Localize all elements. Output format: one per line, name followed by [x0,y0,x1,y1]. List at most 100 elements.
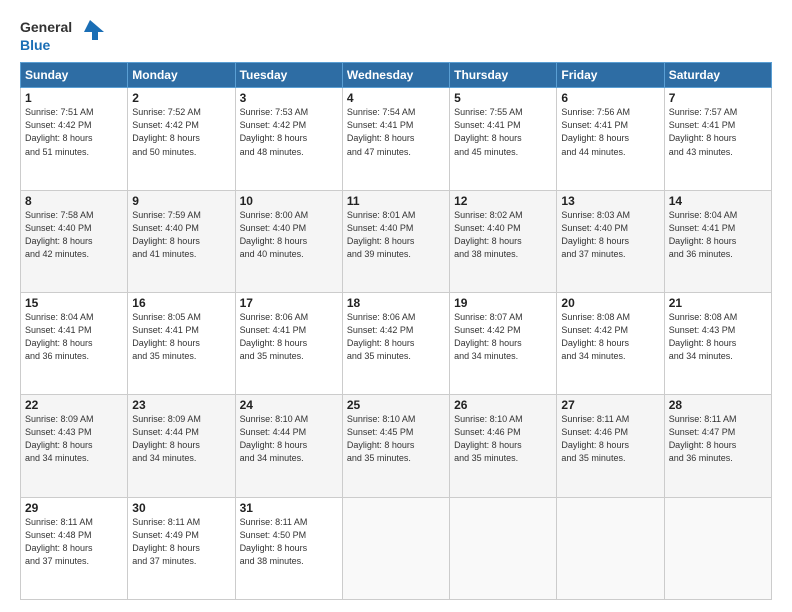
calendar-cell: 15Sunrise: 8:04 AMSunset: 4:41 PMDayligh… [21,293,128,395]
day-number: 9 [132,194,230,208]
day-number: 28 [669,398,767,412]
cell-details: Sunrise: 8:09 AMSunset: 4:44 PMDaylight:… [132,413,230,465]
calendar-cell: 23Sunrise: 8:09 AMSunset: 4:44 PMDayligh… [128,395,235,497]
day-header: Monday [128,63,235,88]
cell-details: Sunrise: 8:04 AMSunset: 4:41 PMDaylight:… [669,209,767,261]
calendar-cell: 4Sunrise: 7:54 AMSunset: 4:41 PMDaylight… [342,88,449,190]
calendar-cell: 26Sunrise: 8:10 AMSunset: 4:46 PMDayligh… [450,395,557,497]
calendar-cell: 7Sunrise: 7:57 AMSunset: 4:41 PMDaylight… [664,88,771,190]
cell-details: Sunrise: 8:00 AMSunset: 4:40 PMDaylight:… [240,209,338,261]
cell-details: Sunrise: 7:59 AMSunset: 4:40 PMDaylight:… [132,209,230,261]
day-number: 1 [25,91,123,105]
day-number: 19 [454,296,552,310]
day-number: 7 [669,91,767,105]
calendar-cell [557,497,664,599]
day-number: 25 [347,398,445,412]
calendar-cell [450,497,557,599]
day-number: 30 [132,501,230,515]
calendar-week-row: 29Sunrise: 8:11 AMSunset: 4:48 PMDayligh… [21,497,772,599]
calendar-cell: 17Sunrise: 8:06 AMSunset: 4:41 PMDayligh… [235,293,342,395]
cell-details: Sunrise: 8:11 AMSunset: 4:47 PMDaylight:… [669,413,767,465]
cell-details: Sunrise: 8:11 AMSunset: 4:50 PMDaylight:… [240,516,338,568]
cell-details: Sunrise: 7:58 AMSunset: 4:40 PMDaylight:… [25,209,123,261]
calendar-cell: 21Sunrise: 8:08 AMSunset: 4:43 PMDayligh… [664,293,771,395]
day-number: 26 [454,398,552,412]
day-number: 23 [132,398,230,412]
calendar-cell: 13Sunrise: 8:03 AMSunset: 4:40 PMDayligh… [557,190,664,292]
cell-details: Sunrise: 7:53 AMSunset: 4:42 PMDaylight:… [240,106,338,158]
day-number: 2 [132,91,230,105]
day-number: 22 [25,398,123,412]
calendar-cell: 19Sunrise: 8:07 AMSunset: 4:42 PMDayligh… [450,293,557,395]
logo: General Blue [20,18,104,54]
cell-details: Sunrise: 8:02 AMSunset: 4:40 PMDaylight:… [454,209,552,261]
cell-details: Sunrise: 8:10 AMSunset: 4:44 PMDaylight:… [240,413,338,465]
calendar-cell: 11Sunrise: 8:01 AMSunset: 4:40 PMDayligh… [342,190,449,292]
cell-details: Sunrise: 8:08 AMSunset: 4:43 PMDaylight:… [669,311,767,363]
calendar-cell: 12Sunrise: 8:02 AMSunset: 4:40 PMDayligh… [450,190,557,292]
cell-details: Sunrise: 7:56 AMSunset: 4:41 PMDaylight:… [561,106,659,158]
day-number: 14 [669,194,767,208]
cell-details: Sunrise: 8:10 AMSunset: 4:45 PMDaylight:… [347,413,445,465]
cell-details: Sunrise: 8:08 AMSunset: 4:42 PMDaylight:… [561,311,659,363]
header: General Blue [20,18,772,54]
cell-details: Sunrise: 8:11 AMSunset: 4:48 PMDaylight:… [25,516,123,568]
day-number: 24 [240,398,338,412]
cell-details: Sunrise: 8:11 AMSunset: 4:46 PMDaylight:… [561,413,659,465]
day-number: 18 [347,296,445,310]
day-header: Sunday [21,63,128,88]
calendar-cell: 18Sunrise: 8:06 AMSunset: 4:42 PMDayligh… [342,293,449,395]
calendar-cell: 24Sunrise: 8:10 AMSunset: 4:44 PMDayligh… [235,395,342,497]
calendar-cell: 30Sunrise: 8:11 AMSunset: 4:49 PMDayligh… [128,497,235,599]
header-row: SundayMondayTuesdayWednesdayThursdayFrid… [21,63,772,88]
calendar-cell: 22Sunrise: 8:09 AMSunset: 4:43 PMDayligh… [21,395,128,497]
logo-bird-icon [76,20,104,40]
day-number: 12 [454,194,552,208]
day-number: 8 [25,194,123,208]
day-header: Tuesday [235,63,342,88]
cell-details: Sunrise: 8:03 AMSunset: 4:40 PMDaylight:… [561,209,659,261]
cell-details: Sunrise: 8:10 AMSunset: 4:46 PMDaylight:… [454,413,552,465]
calendar-cell: 3Sunrise: 7:53 AMSunset: 4:42 PMDaylight… [235,88,342,190]
day-number: 6 [561,91,659,105]
calendar-cell: 10Sunrise: 8:00 AMSunset: 4:40 PMDayligh… [235,190,342,292]
cell-details: Sunrise: 7:52 AMSunset: 4:42 PMDaylight:… [132,106,230,158]
day-number: 13 [561,194,659,208]
cell-details: Sunrise: 7:54 AMSunset: 4:41 PMDaylight:… [347,106,445,158]
cell-details: Sunrise: 7:51 AMSunset: 4:42 PMDaylight:… [25,106,123,158]
calendar-cell: 14Sunrise: 8:04 AMSunset: 4:41 PMDayligh… [664,190,771,292]
day-number: 15 [25,296,123,310]
day-number: 3 [240,91,338,105]
calendar-cell [342,497,449,599]
day-number: 20 [561,296,659,310]
day-number: 4 [347,91,445,105]
cell-details: Sunrise: 7:57 AMSunset: 4:41 PMDaylight:… [669,106,767,158]
calendar-cell: 2Sunrise: 7:52 AMSunset: 4:42 PMDaylight… [128,88,235,190]
calendar-cell: 20Sunrise: 8:08 AMSunset: 4:42 PMDayligh… [557,293,664,395]
cell-details: Sunrise: 8:11 AMSunset: 4:49 PMDaylight:… [132,516,230,568]
day-header: Wednesday [342,63,449,88]
day-number: 17 [240,296,338,310]
calendar-week-row: 15Sunrise: 8:04 AMSunset: 4:41 PMDayligh… [21,293,772,395]
day-number: 10 [240,194,338,208]
cell-details: Sunrise: 8:05 AMSunset: 4:41 PMDaylight:… [132,311,230,363]
day-number: 29 [25,501,123,515]
day-header: Saturday [664,63,771,88]
calendar-cell: 16Sunrise: 8:05 AMSunset: 4:41 PMDayligh… [128,293,235,395]
calendar-cell: 6Sunrise: 7:56 AMSunset: 4:41 PMDaylight… [557,88,664,190]
day-number: 16 [132,296,230,310]
calendar-table: SundayMondayTuesdayWednesdayThursdayFrid… [20,62,772,600]
day-number: 11 [347,194,445,208]
cell-details: Sunrise: 8:07 AMSunset: 4:42 PMDaylight:… [454,311,552,363]
day-header: Thursday [450,63,557,88]
calendar-cell: 27Sunrise: 8:11 AMSunset: 4:46 PMDayligh… [557,395,664,497]
cell-details: Sunrise: 8:06 AMSunset: 4:42 PMDaylight:… [347,311,445,363]
calendar-cell: 9Sunrise: 7:59 AMSunset: 4:40 PMDaylight… [128,190,235,292]
calendar-cell: 31Sunrise: 8:11 AMSunset: 4:50 PMDayligh… [235,497,342,599]
day-number: 31 [240,501,338,515]
calendar-cell: 5Sunrise: 7:55 AMSunset: 4:41 PMDaylight… [450,88,557,190]
calendar-week-row: 8Sunrise: 7:58 AMSunset: 4:40 PMDaylight… [21,190,772,292]
day-header: Friday [557,63,664,88]
calendar-week-row: 22Sunrise: 8:09 AMSunset: 4:43 PMDayligh… [21,395,772,497]
calendar-cell: 25Sunrise: 8:10 AMSunset: 4:45 PMDayligh… [342,395,449,497]
